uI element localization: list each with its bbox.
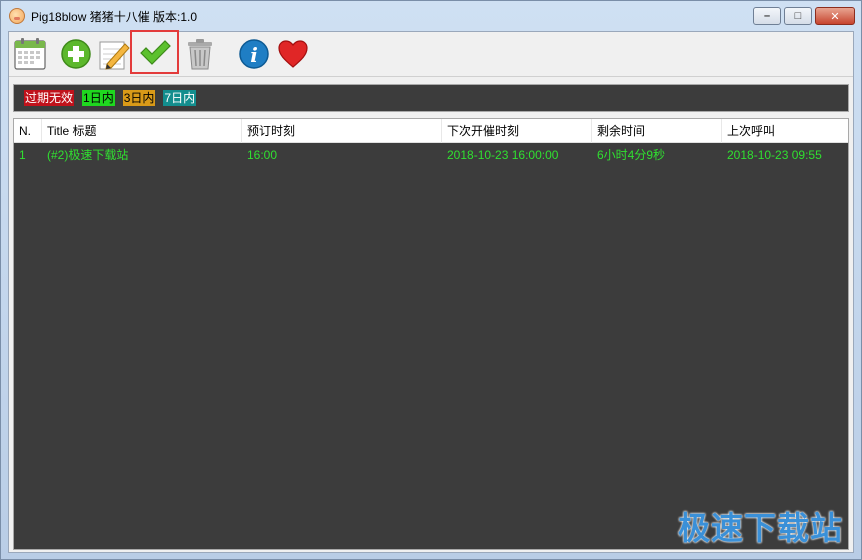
svg-text:i: i bbox=[250, 43, 258, 67]
legend-7-days: 7日内 bbox=[163, 90, 197, 106]
legend-bar: 过期无效 1日内 3日内 7日内 bbox=[13, 84, 849, 112]
title-bar[interactable]: Pig18blow 猪猪十八催 版本:1.0 – □ ✕ bbox=[1, 1, 861, 31]
maximize-button[interactable]: □ bbox=[784, 7, 812, 25]
calendar-icon bbox=[14, 38, 46, 70]
watermark-logo: 极速下载站 bbox=[677, 509, 843, 547]
close-button[interactable]: ✕ bbox=[815, 7, 855, 25]
column-header-title[interactable]: Title 标题 bbox=[42, 119, 242, 143]
legend-3-days: 3日内 bbox=[122, 90, 156, 106]
app-window: Pig18blow 猪猪十八催 版本:1.0 – □ ✕ i 过期无效 1日内 … bbox=[0, 0, 862, 560]
cell-remaining-time: 6小时4分9秒 bbox=[597, 148, 666, 162]
window-title: Pig18blow 猪猪十八催 版本:1.0 bbox=[31, 9, 198, 24]
column-header-next-reminder[interactable]: 下次开催时刻 bbox=[442, 119, 592, 143]
cell-next-reminder: 2018-10-23 16:00:00 bbox=[447, 148, 559, 162]
pig-app-icon bbox=[9, 8, 25, 24]
cell-scheduled-time: 16:00 bbox=[247, 148, 278, 162]
cell-last-call: 2018-10-23 09:55 bbox=[727, 148, 822, 162]
calendar-button[interactable] bbox=[10, 34, 50, 74]
column-header-scheduled-time[interactable]: 预订时刻 bbox=[242, 119, 442, 143]
edit-button[interactable] bbox=[94, 34, 134, 74]
table-row[interactable]: 1 (#2)极速下载站 16:00 2018-10-23 16:00:00 6小… bbox=[14, 145, 848, 165]
table-header: N. Title 标题 预订时刻 下次开催时刻 剩余时间 上次呼叫 bbox=[14, 119, 848, 143]
reminder-table: N. Title 标题 预订时刻 下次开催时刻 剩余时间 上次呼叫 1 (#2)… bbox=[13, 118, 849, 550]
add-button[interactable] bbox=[56, 34, 96, 74]
info-button[interactable]: i bbox=[234, 34, 274, 74]
add-icon bbox=[61, 39, 91, 69]
check-icon bbox=[139, 40, 171, 65]
legend-1-day: 1日内 bbox=[82, 90, 115, 106]
heart-button[interactable] bbox=[273, 34, 313, 74]
minimize-button[interactable]: – bbox=[753, 7, 781, 25]
trash-icon bbox=[188, 39, 212, 70]
info-icon: i bbox=[239, 39, 269, 69]
column-header-last-call[interactable]: 上次呼叫 bbox=[722, 119, 848, 143]
column-header-number[interactable]: N. bbox=[14, 119, 42, 143]
window-controls: – □ ✕ bbox=[753, 7, 855, 25]
heart-icon bbox=[278, 40, 308, 68]
column-header-remaining-time[interactable]: 剩余时间 bbox=[592, 119, 722, 143]
delete-button[interactable] bbox=[180, 34, 220, 74]
toolbar: i bbox=[9, 30, 853, 76]
client-area: i 过期无效 1日内 3日内 7日内 N. Title 标题 预订时刻 下次开催… bbox=[8, 30, 854, 553]
cell-title: (#2)极速下载站 bbox=[47, 148, 129, 162]
edit-icon bbox=[99, 41, 130, 70]
legend-expired: 过期无效 bbox=[24, 90, 75, 106]
confirm-button[interactable] bbox=[130, 30, 179, 74]
cell-number: 1 bbox=[19, 148, 26, 162]
toolbar-separator bbox=[9, 76, 853, 77]
